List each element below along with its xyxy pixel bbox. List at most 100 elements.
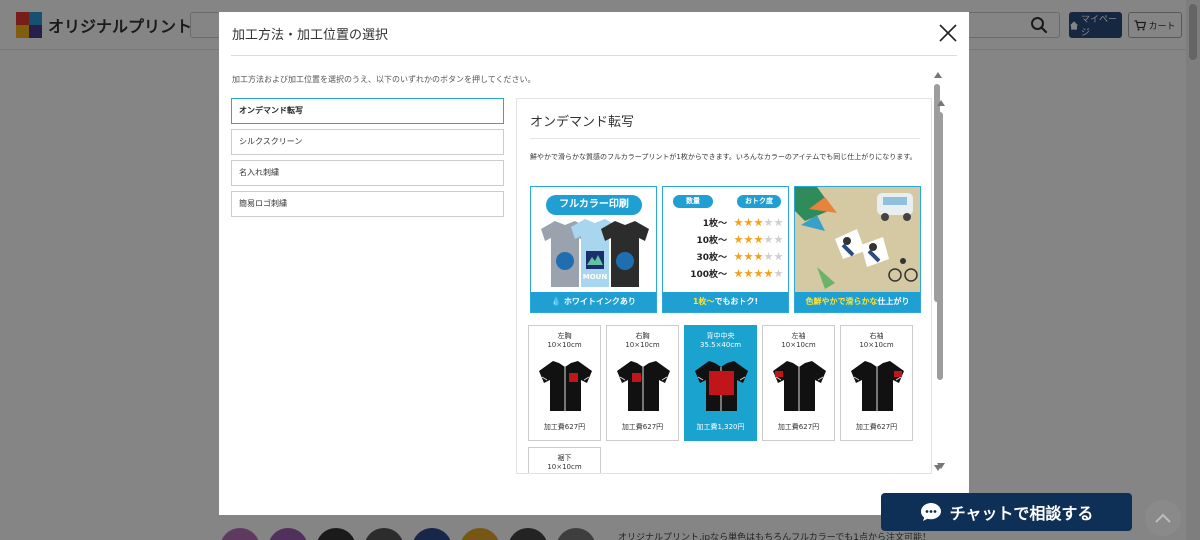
close-icon[interactable] (937, 22, 959, 44)
star-icon (734, 235, 743, 244)
position-name: 左袖 (791, 332, 806, 340)
tshirts-illustration: MOUN (541, 219, 649, 287)
fullcolor-pill: フルカラー印刷 (546, 195, 642, 215)
baseball-shirt-icon (851, 361, 904, 411)
position-size: 10×10cm (859, 341, 894, 349)
feature-card-finish: 色鮮やかで滑らかな仕上がり (794, 186, 921, 313)
star-icon (774, 218, 783, 227)
star-icon (744, 269, 753, 278)
star-icon (774, 235, 783, 244)
value-rating (734, 252, 783, 261)
position-size: 10×10cm (547, 341, 582, 349)
star-icon (754, 252, 763, 261)
star-icon (734, 218, 743, 227)
star-icon (764, 269, 773, 278)
chevron-up-icon (1155, 513, 1171, 523)
position-price: 加工費627円 (777, 423, 820, 431)
feature-card-fullcolor: フルカラー印刷 MOUN 💧 ホワイトインクあり (530, 186, 657, 313)
star-icon (744, 252, 753, 261)
position-name: 右胸 (635, 332, 650, 340)
star-icon (764, 235, 773, 244)
chat-consult-button[interactable]: チャットで相談する (881, 493, 1132, 531)
star-icon (774, 252, 783, 261)
detail-title: オンデマンド転写 (530, 115, 635, 130)
position-card-back-center[interactable]: 背中中央 35.5×40cm 加工費1,320円 (684, 325, 757, 441)
drop-icon: 💧 (551, 297, 562, 306)
value-rating (734, 235, 783, 244)
value-rating (734, 218, 783, 227)
position-price: 加工費627円 (855, 423, 898, 431)
baseball-shirt-icon (773, 361, 826, 411)
method-item-silkscreen[interactable]: シルクスクリーン (231, 129, 504, 155)
quantity-row: 1枚～ (671, 216, 783, 230)
detail-divider (530, 138, 920, 139)
quantity-label: 10枚～ (696, 236, 727, 246)
position-size: 10×10cm (781, 341, 816, 349)
method-list: オンデマンド転写 シルクスクリーン 名入れ刺繍 簡易ロゴ刺繍 (231, 98, 504, 222)
modal-instruction: 加工方法および加工位置を選択のうえ、以下のいずれかのボタンを押してください。 (232, 75, 536, 84)
star-icon (744, 235, 753, 244)
star-icon (734, 252, 743, 261)
position-name: 右袖 (869, 332, 884, 340)
baseball-shirt-icon (539, 361, 592, 411)
quantity-row: 100枚～ (671, 267, 783, 281)
star-icon (754, 269, 763, 278)
quantity-banner-text: でもおトク! (714, 297, 759, 306)
quantity-banner-highlight: 1枚～ (692, 297, 715, 306)
position-price: 加工費627円 (621, 423, 664, 431)
baseball-shirt-icon (695, 361, 748, 411)
scroll-up-arrow-icon (934, 72, 942, 78)
star-icon (754, 235, 763, 244)
inner-scroll-thumb (937, 112, 943, 380)
method-item-name-embroidery[interactable]: 名入れ刺繍 (231, 160, 504, 186)
quantity-label: 1枚～ (702, 219, 727, 229)
method-item-logo-embroidery[interactable]: 簡易ロゴ刺繍 (231, 191, 504, 217)
method-item-ondemand[interactable]: オンデマンド転写 (231, 98, 504, 124)
modal-title: 加工方法・加工位置の選択 (232, 28, 389, 43)
star-icon (774, 269, 783, 278)
white-ink-label: ホワイトインクあり (563, 297, 636, 306)
position-price: 加工費1,320円 (696, 423, 745, 431)
star-icon (754, 218, 763, 227)
position-card-hem[interactable]: 裾下 10×10cm (528, 447, 601, 473)
quantity-header: 数量 (673, 195, 713, 208)
quantity-row: 30枚～ (671, 250, 783, 264)
feature-card-quantity: 数量 おトク度 1枚～ 10枚～ 30枚～ 100枚～ 1枚～でもおトク! (662, 186, 789, 313)
baseball-shirt-icon (617, 361, 670, 411)
white-ink-banner: 💧 ホワイトインクあり (531, 292, 656, 312)
finish-banner-highlight: 滑らかな (845, 297, 878, 306)
quantity-label: 100枚～ (690, 270, 727, 280)
modal-divider (231, 55, 957, 56)
position-size: 10×10cm (547, 463, 582, 471)
inner-scroll-down-arrow-icon (937, 463, 945, 469)
finish-banner-pre: 色鮮やかで (805, 297, 846, 306)
quantity-row: 10枚～ (671, 233, 783, 247)
position-card-left-sleeve[interactable]: 左袖 10×10cm 加工費627円 (762, 325, 835, 441)
finish-banner-post: 仕上がり (877, 297, 910, 306)
picnic-illustration (795, 187, 920, 294)
position-card-right-chest[interactable]: 右胸 10×10cm 加工費627円 (606, 325, 679, 441)
star-icon (764, 218, 773, 227)
chat-label: チャットで相談する (949, 504, 1094, 523)
back-to-top-button[interactable] (1145, 500, 1181, 536)
star-icon (764, 252, 773, 261)
star-icon (744, 218, 753, 227)
position-card-left-chest[interactable]: 左胸 10×10cm 加工費627円 (528, 325, 601, 441)
finish-banner: 色鮮やかで滑らかな仕上がり (795, 292, 920, 312)
value-header: おトク度 (737, 195, 781, 208)
detail-inner-scrollbar[interactable] (935, 100, 947, 472)
position-size: 10×10cm (625, 341, 660, 349)
chat-bubble-icon (920, 503, 941, 521)
position-size: 35.5×40cm (699, 341, 742, 349)
star-icon (734, 269, 743, 278)
position-price: 加工費627円 (543, 423, 586, 431)
quantity-label: 30枚～ (696, 253, 727, 263)
inner-scroll-up-arrow-icon (937, 100, 945, 106)
position-name: 背中中央 (706, 332, 735, 340)
quantity-banner: 1枚～でもおトク! (663, 292, 788, 312)
position-card-right-sleeve[interactable]: 右袖 10×10cm 加工費627円 (840, 325, 913, 441)
value-rating (734, 269, 783, 278)
process-selection-modal: 加工方法・加工位置の選択 加工方法および加工位置を選択のうえ、以下のいずれかのボ… (219, 12, 969, 515)
position-name: 裾下 (557, 454, 572, 462)
position-name: 左胸 (557, 332, 572, 340)
